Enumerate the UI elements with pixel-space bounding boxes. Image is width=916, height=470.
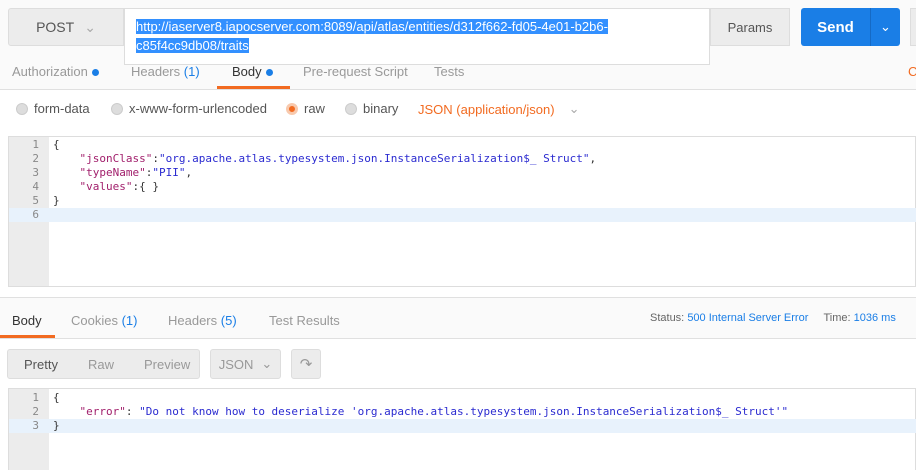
tab-tests[interactable]: Tests <box>434 64 464 79</box>
indicator-dot <box>91 69 99 77</box>
wrap-lines-button[interactable]: ↷ <box>291 349 321 379</box>
method-select[interactable]: POST ⌄ <box>8 8 124 46</box>
response-tab-headers[interactable]: Headers (5) <box>168 313 237 328</box>
code-line: 2 "jsonClass":"org.apache.atlas.typesyst… <box>32 152 597 165</box>
content-type-label: JSON (application/json) <box>418 101 555 117</box>
radio-binary[interactable]: binary <box>345 101 398 116</box>
radio-label: x-www-form-urlencoded <box>129 101 267 116</box>
indicator-dot <box>265 69 273 77</box>
radio-label: raw <box>304 101 325 116</box>
params-button[interactable]: Params <box>710 8 790 46</box>
tab-pre-request-script[interactable]: Pre-request Script <box>303 64 408 79</box>
tab-headers[interactable]: Headers (1) <box>131 64 200 79</box>
response-tab-cookies[interactable]: Cookies (1) <box>71 313 137 328</box>
time-value: 1036 ms <box>853 312 896 324</box>
tab-label: Headers <box>168 313 218 328</box>
view-preview-button[interactable]: Preview <box>144 357 190 372</box>
code-line-active: 6 <box>9 208 916 222</box>
view-raw-button[interactable]: Raw <box>88 357 114 372</box>
radio-label: binary <box>363 101 399 116</box>
method-label: POST <box>36 19 75 35</box>
radio-form-data[interactable]: form-data <box>16 101 90 116</box>
response-tab-body[interactable]: Body <box>12 313 42 328</box>
tab-authorization[interactable]: Authorization <box>12 64 99 79</box>
radio-label: form-data <box>34 101 90 116</box>
save-button[interactable] <box>910 8 916 46</box>
url-text: http://iaserver8.iapocserver.com:8089/ap… <box>136 19 608 53</box>
status-value: 500 Internal Server Error <box>687 312 809 324</box>
tab-label: Body <box>232 64 262 79</box>
format-label: JSON <box>218 356 254 372</box>
divider <box>0 338 916 339</box>
code-line: 5} <box>32 194 60 207</box>
code-line-active: 3} <box>9 419 916 433</box>
send-button[interactable]: Send <box>801 8 870 46</box>
tab-label: Authorization <box>12 64 88 79</box>
time-label: Time: <box>823 312 851 324</box>
code-line: 4 "values":{ } <box>32 180 159 193</box>
response-body-viewer[interactable]: 1{ 2 "error": "Do not know how to deseri… <box>8 388 916 470</box>
tab-count: (5) <box>220 313 237 328</box>
chevron-down-icon: ⌄ <box>568 101 580 116</box>
radio-raw[interactable]: raw <box>286 101 325 116</box>
tab-count: (1) <box>121 313 138 328</box>
status-readout: Status: 500 Internal Server Error Time: … <box>650 312 896 324</box>
radio-circle <box>345 102 357 115</box>
tab-label: Headers <box>131 64 181 79</box>
content-type-select[interactable]: JSON (application/json) ⌄ <box>418 101 579 117</box>
request-body-editor[interactable]: 1{ 2 "jsonClass":"org.apache.atlas.types… <box>8 136 916 287</box>
code-line: 1{ <box>32 138 60 151</box>
view-pretty-button[interactable]: Pretty <box>24 357 58 372</box>
code-line: 1{ <box>32 391 60 404</box>
code-line: 3 "typeName":"PII", <box>32 166 193 179</box>
radio-urlencoded[interactable]: x-www-form-urlencoded <box>111 101 267 116</box>
code-line: 2 "error": "Do not know how to deseriali… <box>32 405 789 418</box>
chevron-down-icon: ⌄ <box>84 18 96 35</box>
code-link[interactable]: C <box>908 64 916 79</box>
radio-circle <box>16 102 28 115</box>
divider <box>0 89 916 90</box>
radio-circle <box>286 102 298 115</box>
view-mode-group: Pretty Raw Preview <box>7 349 200 379</box>
send-options-button[interactable]: ⌄ <box>870 8 900 46</box>
format-select[interactable]: JSON ⌄ <box>210 349 281 379</box>
chevron-down-icon: ⌄ <box>261 356 273 371</box>
chevron-down-icon: ⌄ <box>880 19 891 34</box>
tab-label: Cookies <box>71 313 118 328</box>
wrap-icon: ↷ <box>299 356 313 373</box>
tab-body[interactable]: Body <box>232 64 273 79</box>
response-tab-test-results[interactable]: Test Results <box>269 313 340 328</box>
url-input[interactable]: http://iaserver8.iapocserver.com:8089/ap… <box>124 8 710 65</box>
status-label: Status: <box>650 312 685 324</box>
radio-circle <box>111 102 123 115</box>
tab-count: (1) <box>183 64 200 79</box>
